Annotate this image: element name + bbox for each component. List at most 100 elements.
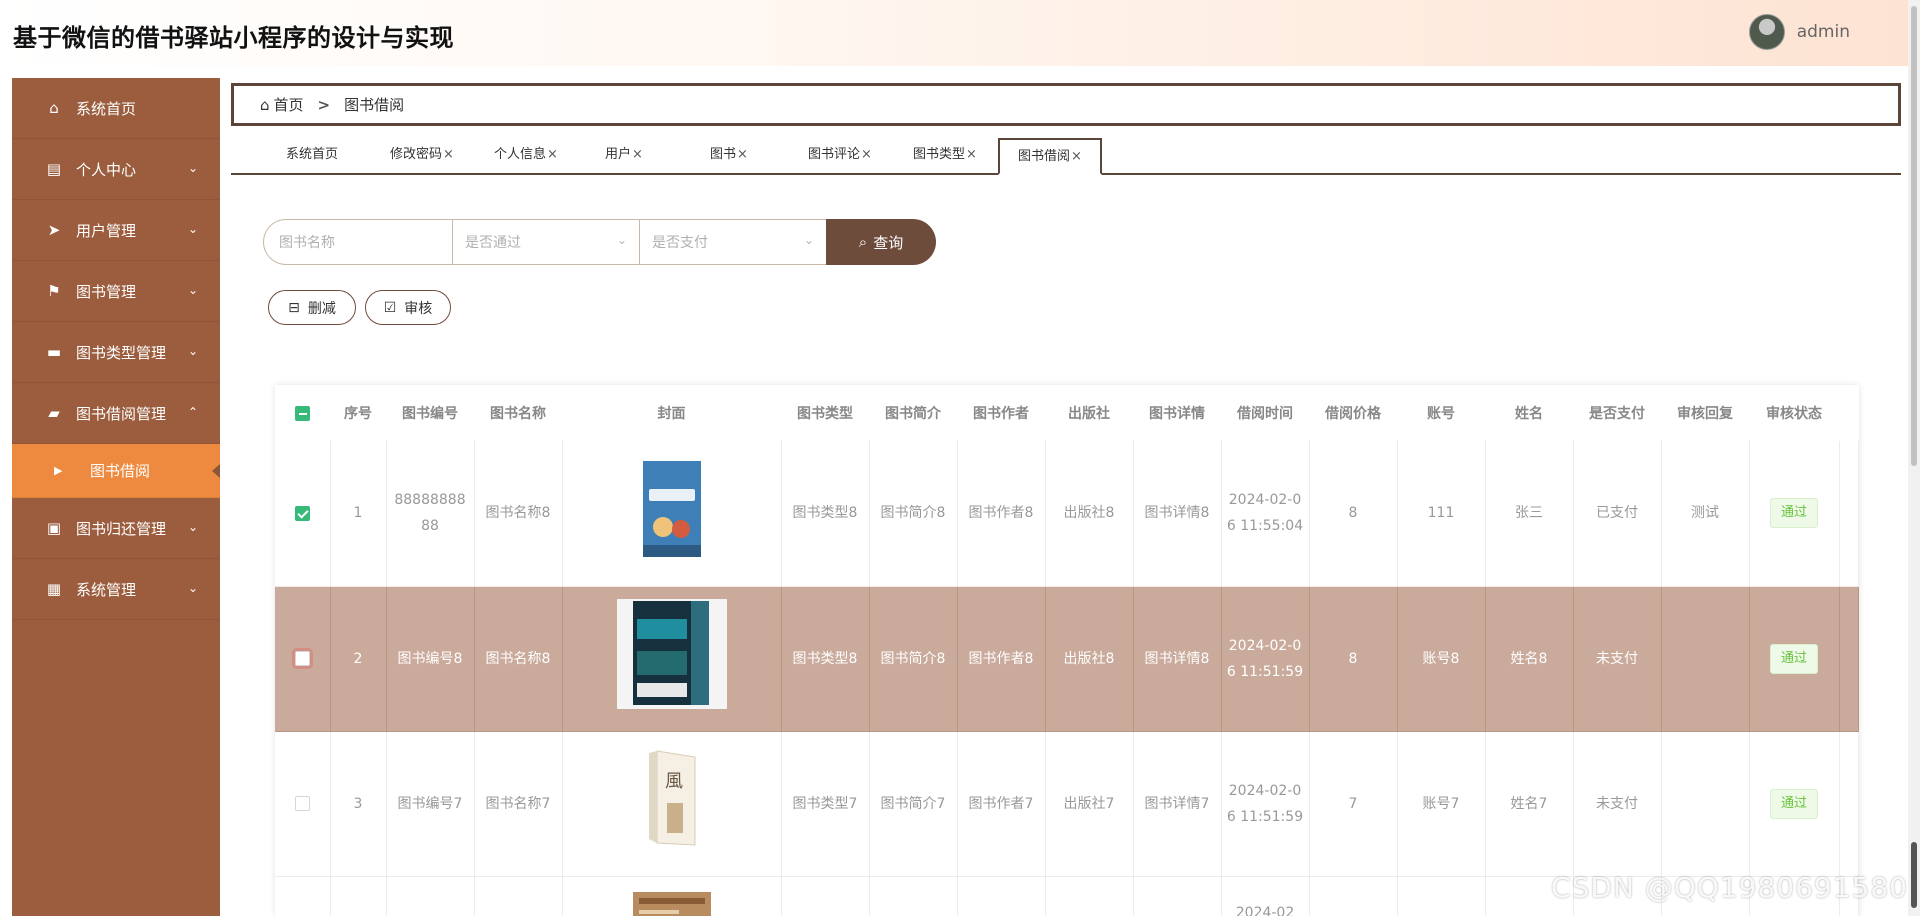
cell-book-name: 图书名称8	[474, 586, 563, 732]
avatar[interactable]	[1748, 14, 1785, 50]
sidebar-item-2[interactable]: ➤ 用户管理 ⌄	[12, 200, 220, 261]
scrollbar-thumb[interactable]	[1911, 6, 1917, 466]
cell-paid: 已支付	[1573, 441, 1662, 587]
table-row[interactable]: 3 图书编号7 图书名称7 風 图书类型7 图书简介7 图书作者7 出版社7 图书详情7 2024…	[275, 731, 1859, 877]
passed-select-placeholder: 是否通过	[465, 235, 521, 251]
cell-overflow	[1839, 586, 1859, 732]
passed-select[interactable]: 是否通过 ⌄	[452, 219, 639, 265]
tab-bar: 系统首页 修改密码× 个人信息× 用户× 图书× 图书评论× 图书类型× 图书借阅×	[231, 136, 1901, 175]
page-scrollbar[interactable]	[1908, 0, 1920, 916]
sidebar-item-0[interactable]: ⌂ 系统首页	[12, 78, 220, 139]
column-header: 图书作者	[957, 385, 1045, 441]
search-button[interactable]: ⌕ 查询	[826, 219, 936, 265]
cell-type: 图书类型8	[781, 586, 870, 732]
cell-name: 张三	[1485, 441, 1574, 587]
home-icon[interactable]: ⌂	[260, 96, 270, 114]
tab-1[interactable]: 修改密码×	[390, 138, 454, 172]
book-name-input[interactable]: 图书名称	[263, 219, 452, 265]
cell-index: 3	[330, 731, 387, 877]
close-icon[interactable]: ×	[443, 147, 454, 162]
tab-5[interactable]: 图书评论×	[808, 138, 872, 172]
cell-publisher	[1045, 876, 1134, 916]
column-header: 是否支付	[1573, 385, 1661, 441]
home-icon: ⌂	[49, 99, 59, 117]
audit-button[interactable]: ☑ 审核	[365, 290, 451, 325]
row-checkbox[interactable]	[294, 505, 310, 521]
cell-price	[1309, 876, 1398, 916]
sidebar-item-7[interactable]: ▦ 系统管理 ⌄	[12, 559, 220, 620]
cell-book-name	[474, 876, 563, 916]
cell-account: 账号7	[1397, 731, 1486, 877]
cell-book-no: 8888888888	[386, 441, 475, 587]
sidebar-item-3[interactable]: ⚑ 图书管理 ⌄	[12, 261, 220, 322]
close-icon[interactable]: ×	[861, 147, 872, 162]
cover-cell: 風	[562, 731, 782, 877]
sidebar-subitem-label: 图书借阅	[90, 462, 151, 480]
column-header: 账号	[1397, 385, 1485, 441]
tab-4[interactable]: 图书×	[710, 138, 748, 172]
cover-cell	[562, 876, 782, 916]
close-icon[interactable]: ×	[737, 147, 748, 162]
cell-book-name: 图书名称8	[474, 441, 563, 587]
sidebar-item-label: 个人中心	[76, 160, 137, 179]
column-header: 图书简介	[869, 385, 957, 441]
sidebar-item-4[interactable]: ▬ 图书类型管理 ⌄	[12, 322, 220, 383]
search-bar: 图书名称 是否通过 ⌄ 是否支付 ⌄ ⌕ 查询	[263, 219, 936, 265]
breadcrumb-home[interactable]: 首页	[274, 94, 304, 115]
select-all-checkbox[interactable]	[295, 405, 310, 421]
tab-label: 系统首页	[286, 147, 339, 162]
chevron-down-icon: ⌄	[187, 283, 198, 297]
delete-button[interactable]: ⊟ 删减	[268, 290, 356, 325]
close-icon[interactable]: ×	[1071, 149, 1082, 164]
row-select-cell	[275, 876, 331, 916]
paid-select[interactable]: 是否支付 ⌄	[639, 219, 826, 265]
column-header: 图书编号	[386, 385, 474, 441]
book-cover-image[interactable]	[616, 599, 727, 718]
tab-label: 修改密码	[390, 147, 443, 162]
tab-3[interactable]: 用户×	[605, 138, 643, 172]
tab-7[interactable]: 图书借阅×	[998, 138, 1102, 175]
close-icon[interactable]: ×	[547, 147, 558, 162]
chevron-down-icon: ⌄	[803, 233, 814, 247]
sidebar-item-label: 系统管理	[76, 580, 137, 599]
paid-select-placeholder: 是否支付	[652, 235, 708, 251]
user-menu[interactable]: admin	[1748, 14, 1850, 50]
row-select-cell	[275, 586, 331, 732]
book-cover-image[interactable]: 風	[637, 747, 707, 860]
close-icon[interactable]: ×	[632, 147, 643, 162]
select-all-cell	[275, 385, 330, 441]
sidebar-item-1[interactable]: ▤ 个人中心 ⌄	[12, 139, 220, 200]
cell-publisher: 出版社8	[1045, 586, 1134, 732]
cell-index: 2	[330, 586, 387, 732]
cell-borrow-time: 2024-02-06 11:51:59	[1221, 731, 1310, 877]
cell-reply	[1661, 731, 1750, 877]
tab-2[interactable]: 个人信息×	[494, 138, 558, 172]
column-header: 序号	[330, 385, 386, 441]
table-row[interactable]: 2 图书编号8 图书名称8 图书类型8 图书简介8 图书作者8 出版社8 图书详情8 2024-…	[275, 586, 1859, 732]
cell-type: 图书类型8	[781, 441, 870, 587]
row-checkbox[interactable]	[294, 651, 310, 666]
user-name[interactable]: admin	[1797, 22, 1850, 42]
delete-button-label: 删减	[307, 300, 336, 317]
tab-0[interactable]: 系统首页	[286, 138, 338, 172]
svg-text:風: 風	[665, 771, 683, 792]
column-header: 借阅价格	[1309, 385, 1397, 441]
chevron-down-icon: ⌄	[187, 161, 198, 175]
cell-detail: 图书详情8	[1133, 441, 1222, 587]
table-row[interactable]: 1 8888888888 图书名称8 图书类型8 图书简介8 图书作者8 出版社8 图书详情8…	[275, 441, 1859, 587]
app-title: 基于微信的借书驿站小程序的设计与实现	[13, 24, 454, 52]
column-header: 出版社	[1045, 385, 1133, 441]
sidebar-item-5[interactable]: ▰ 图书借阅管理 ⌃	[12, 383, 220, 444]
row-checkbox[interactable]	[294, 796, 310, 811]
book-cover-image[interactable]	[641, 459, 703, 568]
close-icon[interactable]: ×	[966, 147, 977, 162]
tab-6[interactable]: 图书类型×	[913, 138, 977, 172]
chevron-down-icon: ⌄	[187, 581, 198, 595]
cell-index	[330, 876, 387, 916]
sidebar-item-label: 用户管理	[76, 221, 137, 240]
book-cover-image[interactable]	[631, 888, 713, 916]
tab-label: 图书评论	[808, 147, 861, 162]
sidebar-item-6[interactable]: ▣ 图书归还管理 ⌄	[12, 498, 220, 559]
sidebar-subitem-book-borrow[interactable]: ▶ 图书借阅	[12, 444, 220, 498]
scrollbar-thumb-lower[interactable]	[1911, 842, 1917, 908]
